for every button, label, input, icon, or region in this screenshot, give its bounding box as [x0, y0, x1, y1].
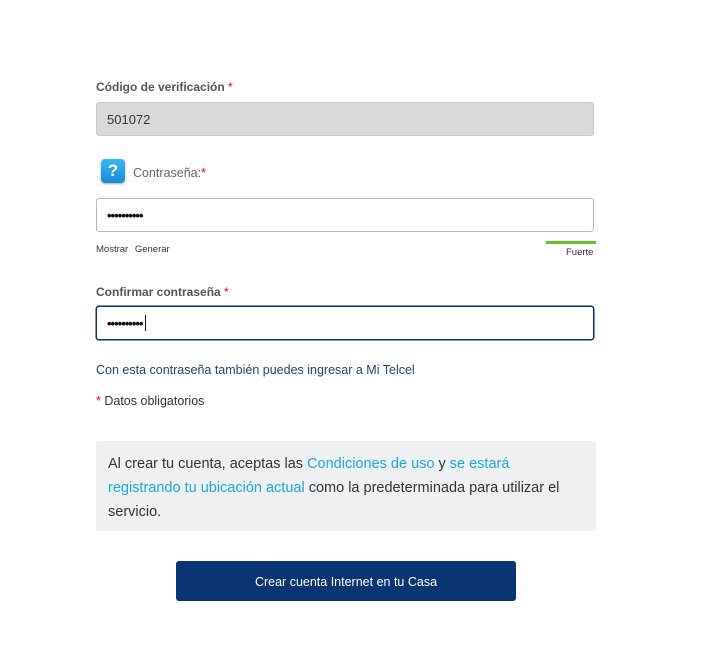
- mi-telcel-info-text: Con esta contraseña también puedes ingre…: [96, 363, 415, 377]
- password-masked-value: ••••••••••: [107, 207, 144, 223]
- password-actions: Mostrar Generar: [96, 244, 174, 255]
- generate-password-link[interactable]: Generar: [135, 244, 170, 255]
- confirm-password-label: Confirmar contraseña *: [96, 285, 229, 299]
- confirm-password-input[interactable]: ••••••••••: [96, 306, 594, 340]
- required-fields-note: * Datos obligatorios: [96, 394, 205, 408]
- verification-code-input[interactable]: 501072: [96, 102, 594, 136]
- password-label: Contraseña:*: [133, 166, 206, 180]
- terms-of-use-link[interactable]: Condiciones de uso: [307, 456, 434, 472]
- confirm-password-masked-value: ••••••••••: [107, 315, 144, 331]
- create-account-button[interactable]: Crear cuenta Internet en tu Casa: [176, 561, 516, 601]
- password-input[interactable]: ••••••••••: [96, 198, 594, 232]
- cropped-text-fragment: ·: [148, 0, 154, 4]
- text-caret: [144, 315, 146, 331]
- required-asterisk: *: [228, 80, 233, 94]
- notice-text: y: [434, 456, 450, 472]
- notice-text: Al crear tu cuenta, aceptas las: [108, 456, 308, 472]
- verification-code-label: Código de verificación *: [96, 80, 233, 94]
- question-icon[interactable]: ?: [101, 159, 125, 183]
- password-strength-fill: [546, 241, 596, 244]
- show-password-link[interactable]: Mostrar: [96, 244, 128, 255]
- verification-code-value: 501072: [107, 111, 151, 127]
- terms-notice: Al crear tu cuenta, aceptas las Condicio…: [96, 441, 596, 531]
- required-asterisk: *: [224, 285, 229, 299]
- password-strength-bar: [546, 241, 596, 244]
- password-strength-label: Fuerte: [566, 247, 594, 258]
- required-asterisk: *: [201, 166, 206, 180]
